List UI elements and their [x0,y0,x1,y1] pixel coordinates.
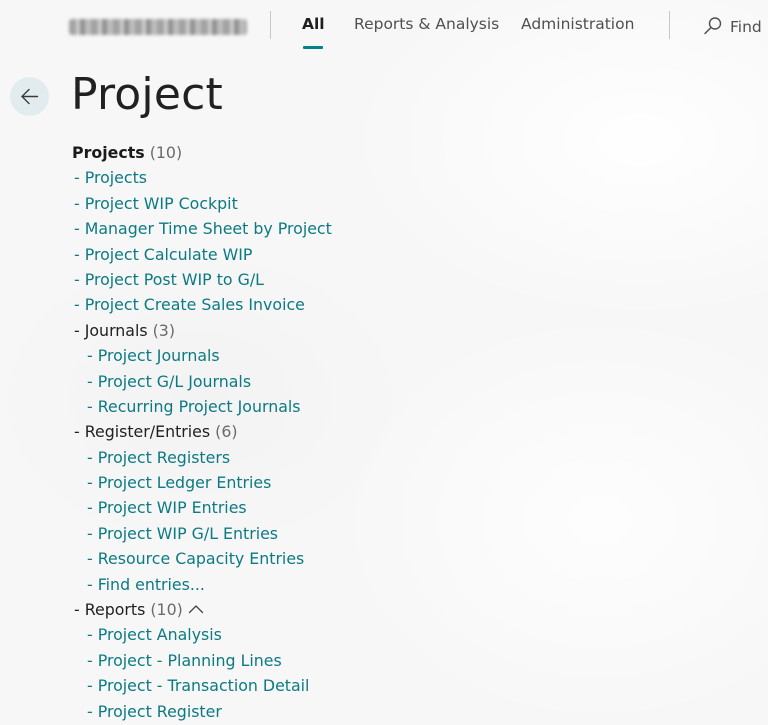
tree-link-label[interactable]: Project Register [98,702,222,721]
tree-link-resource-capacity-entries[interactable]: - Resource Capacity Entries [72,546,572,571]
tree-link-label[interactable]: Project G/L Journals [98,372,251,391]
tree-group-journals[interactable]: - Journals (3) [72,318,572,343]
tree-link-project-wip-cockpit[interactable]: - Project WIP Cockpit [72,191,572,216]
tree-link-label[interactable]: Project Create Sales Invoice [85,295,305,314]
tree-link-label[interactable]: Find entries... [98,575,205,594]
tree-link-project-ledger-entries[interactable]: - Project Ledger Entries [72,470,572,495]
tree-link-label[interactable]: Recurring Project Journals [98,397,301,416]
tree-link-label[interactable]: Project WIP Cockpit [85,194,238,213]
chevron-up-icon[interactable] [188,604,204,614]
tab-reports-analysis[interactable]: Reports & Analysis [354,15,499,33]
tree-link-project-gl-journals[interactable]: - Project G/L Journals [72,369,572,394]
group-label: Reports [84,600,146,620]
group-label: Journals [84,320,148,340]
find-label: Find [730,18,762,36]
group-count: (10) [150,600,183,620]
group-label: Register/Entries [84,422,211,442]
tree-link-label[interactable]: Projects [85,168,147,187]
tree-link-projects[interactable]: - Projects [72,165,572,190]
tree-link-project-register[interactable]: - Project Register [72,699,572,724]
tree-link-label[interactable]: Project Post WIP to G/L [85,270,264,289]
tree-link-project-registers[interactable]: - Project Registers [72,445,572,470]
nav-divider [669,11,670,39]
group-count: (3) [152,320,176,340]
tree-group-register-entries[interactable]: - Register/Entries (6) [72,419,572,444]
tree-link-label[interactable]: Manager Time Sheet by Project [85,219,332,238]
tree-link-label[interactable]: Project - Transaction Detail [98,676,310,695]
tree-link-project-create-sales-invoice[interactable]: - Project Create Sales Invoice [72,292,572,317]
group-count: (6) [215,422,238,442]
top-navigation-bar: All Reports & Analysis Administration Fi… [0,0,768,54]
tree-link-label[interactable]: Resource Capacity Entries [98,549,305,568]
tree-link-label[interactable]: Project Calculate WIP [85,245,253,264]
back-button[interactable] [10,77,49,116]
page-title: Project [71,69,223,120]
tree-link-project-post-wip[interactable]: - Project Post WIP to G/L [72,267,572,292]
tree-link-manager-time-sheet[interactable]: - Manager Time Sheet by Project [72,216,572,241]
tree-link-project-transaction-detail[interactable]: - Project - Transaction Detail [72,673,572,698]
tree-link-label[interactable]: Project WIP G/L Entries [98,524,278,543]
tab-administration[interactable]: Administration [521,15,634,33]
active-tab-indicator [303,46,323,49]
tree-link-project-wip-entries[interactable]: - Project WIP Entries [72,495,572,520]
tree-link-label[interactable]: Project Analysis [98,625,222,644]
section-header-projects: Projects (10) [72,140,572,165]
tree-link-project-journals[interactable]: - Project Journals [72,343,572,368]
tree-link-label[interactable]: Project - Planning Lines [98,651,282,670]
tab-all[interactable]: All [302,15,325,33]
section-count: (10) [149,143,183,162]
search-icon [704,17,722,35]
tree-link-recurring-project-journals[interactable]: - Recurring Project Journals [72,394,572,419]
tree-link-find-entries[interactable]: - Find entries... [72,572,572,597]
tree-group-reports[interactable]: - Reports (10) [72,597,572,622]
nav-divider [270,11,271,39]
arrow-left-icon [21,88,39,105]
tree-link-label[interactable]: Project Ledger Entries [98,473,272,492]
tree-link-project-calculate-wip[interactable]: - Project Calculate WIP [72,242,572,267]
navigation-tree: Projects (10) - Projects - Project WIP C… [72,140,572,724]
tree-link-project-planning-lines[interactable]: - Project - Planning Lines [72,648,572,673]
tree-link-label[interactable]: Project WIP Entries [98,498,247,517]
tree-link-label[interactable]: Project Journals [98,346,220,365]
tree-link-project-wip-gl-entries[interactable]: - Project WIP G/L Entries [72,521,572,546]
tree-link-project-analysis[interactable]: - Project Analysis [72,622,572,647]
tree-link-label[interactable]: Project Registers [98,448,230,467]
company-name-blurred[interactable] [69,19,247,35]
section-title: Projects [72,143,145,162]
